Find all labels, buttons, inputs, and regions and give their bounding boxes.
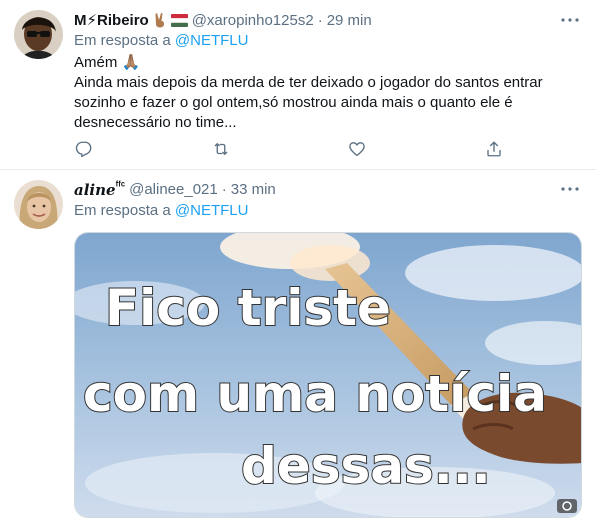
meme-image: Fico triste com uma notícia dessas... — [75, 233, 581, 517]
like-icon — [349, 142, 366, 157]
tweet-media-image[interactable]: Fico triste com uma notícia dessas... — [74, 232, 582, 518]
timestamp[interactable]: 29 min — [327, 12, 372, 29]
tweet[interactable]: M⚡Ribeiro @xaropinho125s2 · 29 min Em re… — [0, 0, 596, 170]
reply-icon — [75, 141, 92, 158]
display-name-text: 𝒂𝒍𝒊𝒏𝒆 — [74, 180, 116, 199]
reply-prefix: Em resposta a — [74, 202, 175, 219]
display-name[interactable]: 𝒂𝒍𝒊𝒏𝒆ᶠᶠᶜ — [74, 180, 125, 199]
like-button[interactable] — [347, 139, 367, 159]
user-handle[interactable]: @alinee_021 — [129, 181, 218, 198]
tweet-text-line: Ainda mais depois da merda de ter deixad… — [74, 74, 543, 131]
tweet-header: M⚡Ribeiro @xaropinho125s2 · 29 min — [74, 10, 556, 30]
retweet-button[interactable] — [211, 139, 231, 159]
display-name[interactable]: M⚡Ribeiro — [74, 11, 149, 29]
meme-text-line: com uma notícia — [83, 365, 547, 423]
tweet-header: 𝒂𝒍𝒊𝒏𝒆ᶠᶠᶜ @alinee_021 · 33 min — [74, 179, 556, 199]
tweet-actions — [74, 139, 504, 159]
reply-to-link[interactable]: @NETFLU — [175, 32, 249, 49]
tweet-text: Amém 🙏🏽 Ainda mais depois da merda de te… — [74, 53, 574, 133]
share-button[interactable] — [484, 139, 504, 159]
separator-dot: · — [317, 11, 323, 29]
reply-context: Em resposta a @NETFLU — [74, 32, 248, 49]
retweet-icon — [214, 143, 227, 155]
victory-hand-icon — [152, 12, 168, 28]
reply-context: Em resposta a @NETFLU — [74, 202, 248, 219]
meme-text-line: Fico triste — [105, 279, 391, 337]
display-name-suffix: ᶠᶠᶜ — [115, 179, 126, 192]
media-badge-icon — [557, 499, 577, 513]
share-icon — [487, 141, 501, 157]
meme-text-line: dessas... — [241, 437, 491, 495]
more-icon[interactable] — [560, 10, 580, 30]
reply-button[interactable] — [74, 139, 94, 159]
separator-dot: · — [221, 180, 227, 198]
more-icon[interactable] — [560, 179, 580, 199]
avatar-image — [14, 10, 63, 59]
user-handle[interactable]: @xaropinho125s2 — [192, 12, 314, 29]
reply-to-link[interactable]: @NETFLU — [175, 202, 249, 219]
avatar-image — [14, 180, 63, 229]
tweet-text-line: Amém 🙏🏽 — [74, 54, 141, 71]
hungary-flag-icon — [170, 13, 188, 27]
avatar[interactable] — [14, 180, 63, 229]
timestamp[interactable]: 33 min — [231, 181, 276, 198]
reply-prefix: Em resposta a — [74, 32, 175, 49]
avatar[interactable] — [14, 10, 63, 59]
